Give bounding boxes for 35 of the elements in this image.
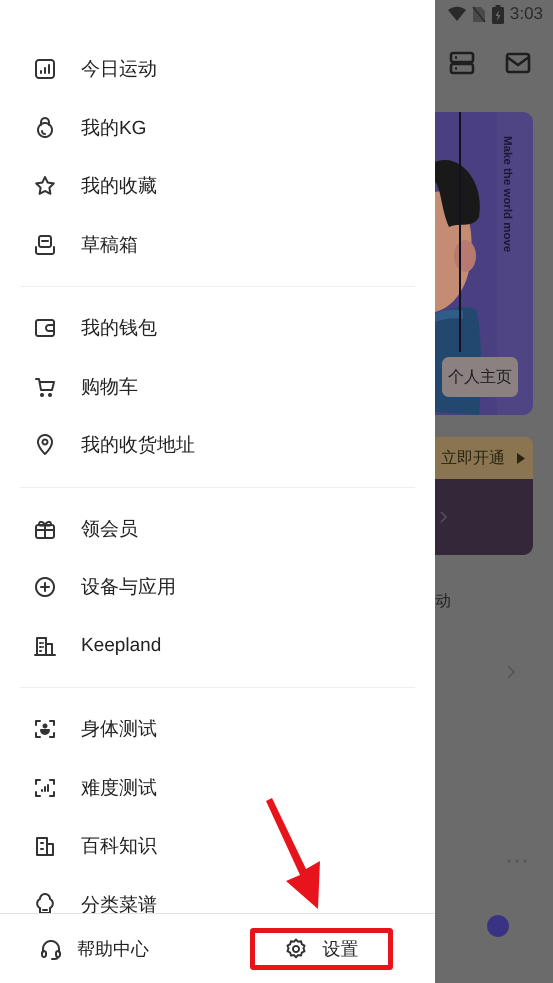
slogan: Make the world move [501,136,513,252]
play-icon [517,452,525,464]
menu-item[interactable]: 今日运动 [0,40,435,98]
battery-icon [492,4,504,24]
menu-item[interactable]: 我的KG [0,98,435,157]
device-icon[interactable] [449,51,475,75]
no-sim-icon [472,6,486,22]
status-time: 3:03 [510,4,543,24]
section-title: 动 [435,592,452,612]
chef-hat-icon [33,892,57,913]
menu-item[interactable]: 我的收藏 [0,157,435,216]
tray-icon [33,232,57,257]
help-button[interactable]: 帮助中心 [22,928,166,970]
menu-item[interactable]: 百科知识 [0,817,435,876]
menu-item[interactable]: 购物车 [0,358,435,416]
nav-icon[interactable] [487,915,509,937]
menu-item[interactable]: 领会员 [0,500,435,558]
activate-link[interactable]: 立即开通 [441,448,505,468]
profile-button[interactable]: 个人主页 [442,357,518,397]
book-icon [33,834,57,858]
menu-item[interactable]: 设备与应用 [0,558,435,616]
menu-item[interactable]: Keepland [0,616,435,675]
mail-icon[interactable] [505,52,531,74]
menu-item[interactable]: 难度测试 [0,758,435,817]
settings-button[interactable]: 设置 [250,928,393,970]
menu-item[interactable]: 我的收货地址 [0,416,435,474]
menu-item[interactable]: 我的钱包 [0,299,435,358]
menu-item[interactable]: 身体测试 [0,700,435,758]
settings-icon [284,936,308,960]
menu-item[interactable]: 草稿箱 [0,216,435,274]
chart-icon [33,57,57,82]
plus-circle-icon [33,575,57,600]
chevron-icon [440,511,448,523]
menu-item[interactable]: 分类菜谱 [0,876,435,913]
wifi-icon [448,6,466,22]
